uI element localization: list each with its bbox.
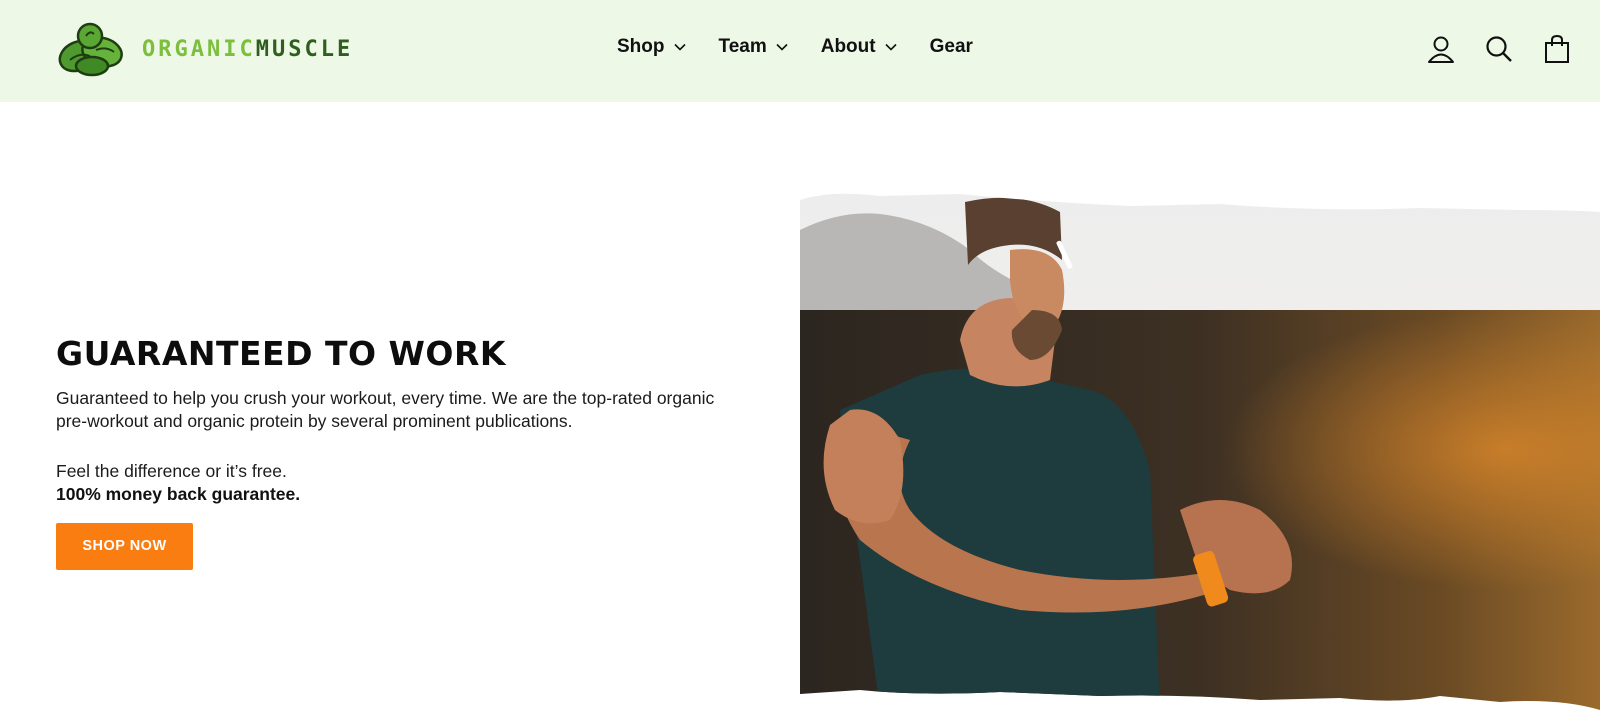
nav-item-gear[interactable]: Gear (930, 36, 973, 58)
cart-icon[interactable] (1542, 34, 1572, 64)
search-icon[interactable] (1484, 34, 1514, 64)
hero-image (800, 190, 1600, 710)
nav-item-team[interactable]: Team (719, 36, 788, 58)
brand-name-part2: MUSCLE (255, 36, 354, 62)
header-actions (1398, 34, 1572, 64)
hero-content: GUARANTEED TO WORK Guaranteed to help yo… (56, 334, 746, 570)
chevron-down-icon (885, 43, 897, 51)
nav-item-label: Team (718, 36, 767, 57)
account-icon[interactable] (1426, 34, 1456, 64)
hero-description: Guaranteed to help you crush your workou… (56, 388, 715, 431)
brand-logo[interactable]: ORGANICMUSCLE (56, 20, 353, 78)
hero-guarantee: 100% money back guarantee. (56, 484, 301, 504)
hero-title: GUARANTEED TO WORK (56, 334, 506, 373)
main-nav: Shop Team About Gear (617, 36, 1006, 58)
nav-item-shop[interactable]: Shop (617, 36, 686, 58)
chevron-down-icon (776, 43, 788, 51)
brand-wordmark: ORGANICMUSCLE (142, 37, 353, 62)
athlete-checking-smartwatch-photo (800, 193, 1600, 710)
nav-item-about[interactable]: About (821, 36, 897, 58)
nav-item-label: Gear (929, 36, 973, 57)
nav-item-label: About (820, 36, 876, 57)
chevron-down-icon (673, 43, 686, 51)
hero-subline: Feel the difference or it’s free. (56, 461, 287, 481)
shop-now-button[interactable]: SHOP NOW (56, 523, 193, 570)
nav-item-label: Shop (617, 36, 665, 57)
spinach-leaves-logo-icon (58, 22, 123, 77)
site-header: ORGANICMUSCLE Shop Team About Gear (0, 0, 1600, 102)
brand-name-part1: ORGANIC (142, 36, 256, 62)
